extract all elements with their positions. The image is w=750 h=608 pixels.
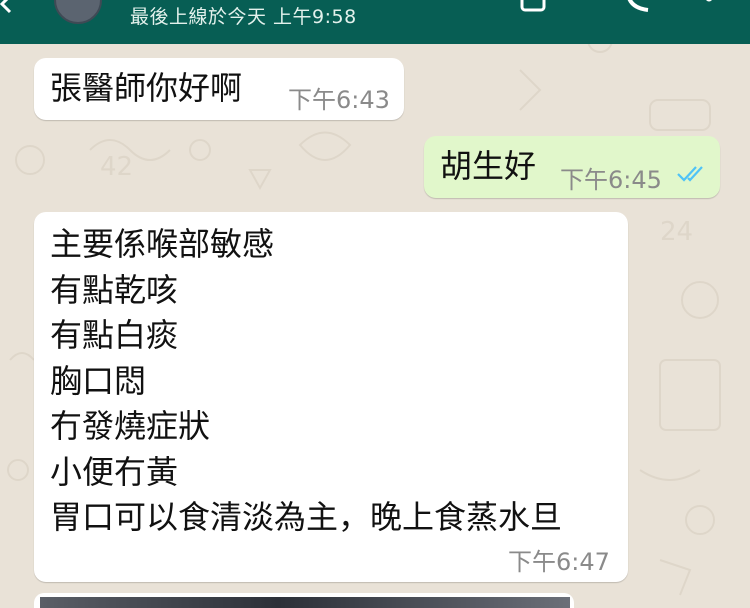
image-thumbnail[interactable]: [40, 597, 570, 608]
message-line: 胸口悶: [50, 361, 147, 400]
message-time: 下午6:45: [560, 166, 662, 194]
message-bubble-incoming[interactable]: 張醫師你好啊 下午6:43: [34, 58, 404, 120]
last-seen-status: 最後上線於今天 上午9:58: [130, 6, 357, 28]
back-arrow-icon[interactable]: [0, 0, 18, 16]
message-line: 有點乾咳: [50, 270, 179, 309]
avatar[interactable]: [54, 0, 102, 24]
message-time: 下午6:47: [508, 548, 610, 576]
voice-call-icon[interactable]: [624, 0, 652, 16]
message-line: 胃口可以食清淡為主，晚上食蒸水旦: [50, 498, 563, 536]
image-message-preview[interactable]: [34, 593, 574, 608]
message-text-lines: 主要係喉部敏感 有點乾咳 有點白痰 胸口悶 冇發燒症狀 小便冇黃 胃口可以食清淡…: [50, 222, 562, 541]
svg-text:42: 42: [100, 152, 133, 182]
message-time: 下午6:43: [288, 86, 390, 114]
message-bubble-incoming[interactable]: 主要係喉部敏感 有點乾咳 有點白痰 胸口悶 冇發燒症狀 小便冇黃 胃口可以食清淡…: [34, 212, 628, 582]
message-line: 有點白痰: [50, 316, 179, 354]
message-line: 小便冇黃: [50, 452, 179, 491]
message-bubble-outgoing[interactable]: 胡生好 下午6:45: [424, 136, 720, 198]
more-options-icon[interactable]: [702, 0, 716, 16]
message-line: 冇發燒症狀: [50, 407, 211, 445]
video-call-icon[interactable]: [520, 0, 554, 16]
svg-text:24: 24: [660, 217, 693, 247]
message-text: 胡生好: [440, 147, 537, 185]
chat-header: 最後上線於今天 上午9:58: [0, 0, 750, 44]
message-text: 張醫師你好啊: [50, 69, 243, 107]
read-receipt-icon: [677, 166, 703, 182]
message-line: 主要係喉部敏感: [50, 225, 275, 263]
